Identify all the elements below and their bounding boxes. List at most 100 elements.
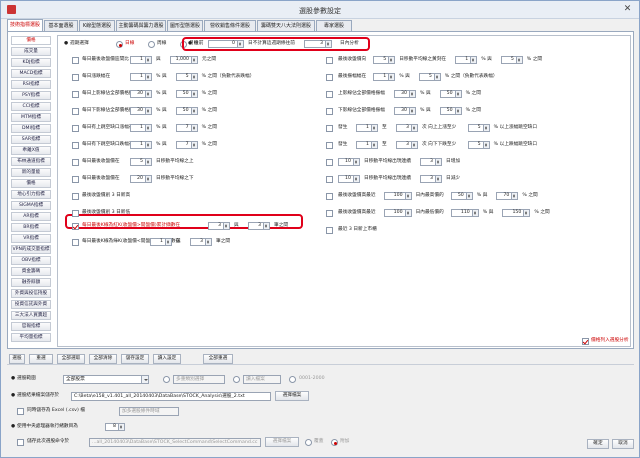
sidebar-item[interactable]: RSI指標 xyxy=(11,80,51,89)
tab-1[interactable]: 基本面選股 xyxy=(44,20,78,31)
range-radio-file[interactable] xyxy=(233,376,240,383)
value-spinner[interactable] xyxy=(389,73,396,81)
tab-7[interactable]: 專家選股 xyxy=(316,20,352,31)
value-spinner[interactable] xyxy=(405,192,412,200)
value-spinner[interactable] xyxy=(434,73,441,81)
value-spinner[interactable] xyxy=(264,222,270,230)
sidebar-item[interactable]: 三大法人買賣超 xyxy=(11,311,51,320)
sidebar-item[interactable]: 資金籌碼 xyxy=(11,267,51,276)
value-spinner[interactable] xyxy=(224,222,230,230)
value-input[interactable]: 1 xyxy=(130,73,146,81)
value-spinner[interactable] xyxy=(410,90,416,98)
value-spinner[interactable] xyxy=(191,124,198,132)
value-spinner[interactable] xyxy=(191,141,198,149)
value-spinner[interactable] xyxy=(372,141,378,149)
export-hint-field[interactable]: 加多選股條件時域 xyxy=(119,407,179,416)
value-input[interactable]: 1 xyxy=(373,73,390,81)
value-input[interactable]: 110 xyxy=(450,209,473,217)
right-row-checkbox[interactable] xyxy=(326,193,333,200)
action-button[interactable]: 選股 xyxy=(9,354,25,364)
left-row-checkbox[interactable] xyxy=(72,223,79,230)
value-input[interactable]: 100 xyxy=(383,209,406,217)
value-spinner[interactable] xyxy=(455,107,462,115)
value-input[interactable]: 30 xyxy=(130,107,146,115)
value-input[interactable]: 5 xyxy=(373,56,390,64)
action-button[interactable]: 全部選取 xyxy=(57,354,85,364)
value-input[interactable]: 3 xyxy=(190,238,206,246)
value-spinner[interactable] xyxy=(389,56,396,64)
value-input[interactable]: 50 xyxy=(175,90,192,98)
value-input[interactable]: 5 xyxy=(130,158,146,166)
value-spinner[interactable] xyxy=(146,175,152,183)
value-input[interactable]: 5 xyxy=(467,141,484,149)
sidebar-item[interactable]: DMI指標 xyxy=(11,124,51,133)
range-file-select[interactable]: 讀入檔案 xyxy=(243,375,281,384)
sidebar-item[interactable]: 外資與投信持股 xyxy=(11,289,51,298)
value-input[interactable]: 10 xyxy=(338,158,354,166)
result-choose-file-button[interactable]: 選擇檔案 xyxy=(275,391,309,401)
value-spinner[interactable] xyxy=(146,141,152,149)
recent-days-spinner[interactable] xyxy=(238,40,244,48)
right-row-checkbox[interactable] xyxy=(326,176,333,183)
value-spinner[interactable] xyxy=(405,209,412,217)
period-radio-day[interactable] xyxy=(116,41,123,48)
left-row-checkbox[interactable] xyxy=(72,210,79,217)
value-spinner[interactable] xyxy=(412,124,418,132)
export-csv-checkbox[interactable] xyxy=(17,408,24,415)
value-input[interactable]: 1,000 xyxy=(170,56,192,64)
ok-button[interactable]: 確定 xyxy=(587,439,609,449)
sidebar-item[interactable]: BR指標 xyxy=(11,223,51,232)
value-spinner[interactable] xyxy=(191,107,198,115)
right-row-checkbox[interactable] xyxy=(326,227,333,234)
append-radio[interactable] xyxy=(331,439,338,446)
tab-3[interactable]: 主動籌碼與籌力選股 xyxy=(116,20,166,31)
sidebar-item[interactable]: 新的量能 xyxy=(11,168,51,177)
cancel-button[interactable]: 取消 xyxy=(612,439,634,449)
sidebar-item[interactable]: OBV指標 xyxy=(11,256,51,265)
value-spinner[interactable] xyxy=(146,56,152,64)
cpu-threads-input[interactable]: 8 xyxy=(105,423,119,431)
sidebar-item[interactable]: AR指標 xyxy=(11,212,51,221)
value-spinner[interactable] xyxy=(372,124,378,132)
right-row-checkbox[interactable] xyxy=(326,74,333,81)
overwrite-radio[interactable] xyxy=(305,439,312,446)
sidebar-item[interactable]: 價格 xyxy=(11,36,51,45)
sidebar-item[interactable]: 乖離X值 xyxy=(11,146,51,155)
left-row-checkbox[interactable] xyxy=(72,91,79,98)
value-spinner[interactable] xyxy=(436,158,442,166)
value-spinner[interactable] xyxy=(146,73,152,81)
sidebar-item[interactable]: MTM指標 xyxy=(11,113,51,122)
value-spinner[interactable] xyxy=(512,192,519,200)
value-input[interactable]: 1 xyxy=(356,141,372,149)
value-input[interactable]: 20 xyxy=(130,175,146,183)
value-spinner[interactable] xyxy=(483,141,490,149)
value-spinner[interactable] xyxy=(412,141,418,149)
save-command-path[interactable]: ...all_20140403\DataBase\STOCK_SelectCom… xyxy=(89,438,261,447)
value-input[interactable]: 7 xyxy=(175,141,192,149)
value-spinner[interactable] xyxy=(524,209,531,217)
period-radio-week[interactable] xyxy=(148,41,155,48)
sidebar-item[interactable]: MACD指標 xyxy=(11,69,51,78)
value-spinner[interactable] xyxy=(471,56,478,64)
value-input[interactable]: 3 xyxy=(396,141,412,149)
action-button[interactable]: 讀入設定 xyxy=(153,354,181,364)
value-input[interactable]: 150 xyxy=(502,209,525,217)
value-spinner[interactable] xyxy=(455,90,462,98)
right-row-checkbox[interactable] xyxy=(326,91,333,98)
value-spinner[interactable] xyxy=(192,56,198,64)
range-radio-multi[interactable] xyxy=(163,376,170,383)
left-row-checkbox[interactable] xyxy=(72,176,79,183)
value-input[interactable]: 7 xyxy=(175,124,192,132)
value-spinner[interactable] xyxy=(146,107,152,115)
value-input[interactable]: 5 xyxy=(175,73,192,81)
sidebar-item[interactable]: 投資信託與外資 xyxy=(11,300,51,309)
exclude-days-input[interactable]: 3 xyxy=(304,40,326,48)
value-spinner[interactable] xyxy=(191,90,198,98)
price-include-checkbox[interactable] xyxy=(582,338,589,345)
value-input[interactable]: 10 xyxy=(338,175,354,183)
sidebar-item[interactable]: VR指標 xyxy=(11,234,51,243)
sidebar-item[interactable]: 價格 xyxy=(11,179,51,188)
sidebar-item[interactable]: 布林通道指標 xyxy=(11,157,51,166)
value-input[interactable]: 3 xyxy=(420,158,436,166)
exclude-days-spinner[interactable] xyxy=(326,40,332,48)
